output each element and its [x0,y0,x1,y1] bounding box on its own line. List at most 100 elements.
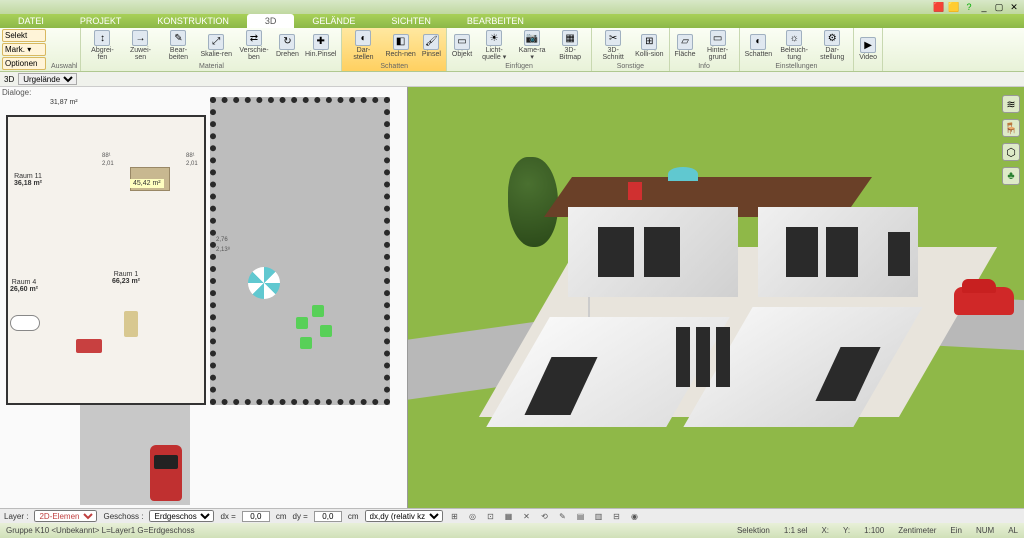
ribbon-item-label: Dar-stellen [347,47,379,61]
dy-label: dy = [293,512,308,521]
ribbon-icon: ↻ [279,34,295,50]
tool-icon[interactable]: ✎ [557,510,569,522]
layers-icon[interactable]: ≋ [1002,95,1020,113]
status-num: NUM [976,526,994,535]
tool-icon[interactable]: ◎ [467,510,479,522]
rel-select[interactable]: dx,dy (relativ kz [365,510,443,522]
flag-de-icon[interactable]: 🟥 [933,1,945,13]
ribbon-item[interactable]: ☼Beleuch-tung [776,29,812,62]
material-icon[interactable]: ⬡ [1002,143,1020,161]
ribbon-icon: ◐ [750,34,766,50]
ribbon-item[interactable]: ▭Objekt [450,33,474,59]
ribbon-item[interactable]: ✚Hin.Pinsel [303,33,339,59]
ribbon-item[interactable]: →Zuwei-sen [122,29,158,62]
dy-input[interactable] [314,511,342,522]
ribbon-item[interactable]: ◐Schatten [743,33,775,59]
tab-projekt[interactable]: PROJEKT [62,14,140,28]
optionen-button[interactable]: Optionen [2,57,46,70]
tool-icon[interactable]: ▥ [593,510,605,522]
selekt-button[interactable]: Selekt [2,29,46,42]
tool-icon[interactable]: ⊞ [449,510,461,522]
patio-chair [312,305,324,317]
ribbon-icon: ⇄ [246,30,262,46]
ribbon-item[interactable]: 🖌Pinsel [420,33,443,59]
ribbon-item[interactable]: ↕Abgrei-fen [84,29,120,62]
ribbon-item[interactable]: ▶Video [857,36,879,62]
ribbon-icon: ✚ [313,34,329,50]
tree-icon[interactable]: ♣ [1002,167,1020,185]
ribbon-icon: ▭ [454,34,470,50]
ribbon-icon: ▭ [710,30,726,46]
ribbon-item-label: Dar-stellung [816,47,848,61]
layer-select[interactable]: Urgelände [18,73,77,85]
tool-icon[interactable]: ⟲ [539,510,551,522]
tool-icon[interactable]: ◉ [629,510,641,522]
ribbon-item[interactable]: 📷Kame-ra ▾ [514,29,550,62]
dim-label: 2,76 [216,237,228,243]
ribbon-item-label: Abgrei-fen [86,47,118,61]
ribbon-icon: 📷 [524,30,540,46]
dialoge-label: Dialoge: [2,88,31,97]
maximize-icon[interactable]: ▢ [993,1,1005,13]
ribbon-item[interactable]: ▭Hinter-grund [700,29,736,62]
plan-2d-view[interactable]: Dialoge: 31,87 m² Raum 1136,18 m² 45,42 … [0,87,408,508]
ribbon-group-label [857,69,879,70]
ribbon-item[interactable]: ◐Dar-stellen [345,29,381,62]
dx-input[interactable] [242,511,270,522]
help-icon[interactable]: ? [963,1,975,13]
umbrella-icon [248,267,280,299]
ribbon-item[interactable]: ⇄Verschie-ben [236,29,272,62]
bottombar: Layer : 2D-Elemen Geschoss : Erdgeschos … [0,508,1024,523]
ribbon-item[interactable]: ▱Fläche [673,33,698,59]
close-icon[interactable]: ✕ [1008,1,1020,13]
ribbon: Selekt Mark. ▾ Optionen Auswahl↕Abgrei-f… [0,28,1024,72]
ribbon-item-label: 3D-Schnitt [597,47,629,61]
ribbon-item[interactable]: ⤢Skalie-ren [198,33,234,59]
tab-3d[interactable]: 3D [247,14,295,28]
ribbon-group-7: ▶Video [854,28,883,71]
patio [210,97,390,405]
ribbon-item[interactable]: ◧Rech-nen [383,33,417,59]
ribbon-icon: ✂ [605,30,621,46]
car-2d [150,445,182,501]
ribbon-item[interactable]: ↻Drehen [274,33,301,59]
ribbon-item[interactable]: ✎Bear-beiten [160,29,196,62]
ribbon-icon: ↕ [94,30,110,46]
ribbon-icon: ☼ [786,30,802,46]
furniture-icon[interactable]: 🪑 [1002,119,1020,137]
tool-icon[interactable]: ✕ [521,510,533,522]
ribbon-icon: 🖌 [423,34,439,50]
ribbon-item[interactable]: ⊞Kolli-sion [633,33,665,59]
ribbon-group-Info: ▱Fläche▭Hinter-grundInfo [670,28,740,71]
tab-gelaende[interactable]: GELÄNDE [294,14,373,28]
mark-button[interactable]: Mark. ▾ [2,43,46,56]
minimize-icon[interactable]: _ [978,1,990,13]
status-sel-val: 1:1 sel [784,526,808,535]
ribbon-icon: ⚙ [824,30,840,46]
layer-select-bottom[interactable]: 2D-Elemen [34,510,97,522]
ribbon-item[interactable]: ✂3D-Schnitt [595,29,631,62]
tab-bearbeiten[interactable]: BEARBEITEN [449,14,542,28]
tool-icon[interactable]: ⊡ [485,510,497,522]
tool-icon[interactable]: ⊟ [611,510,623,522]
ribbon-item[interactable]: ⚙Dar-stellung [814,29,850,62]
workspace: Dialoge: 31,87 m² Raum 1136,18 m² 45,42 … [0,87,1024,508]
ribbon-group-Material: ↕Abgrei-fen→Zuwei-sen✎Bear-beiten⤢Skalie… [81,28,342,71]
tool-icon[interactable]: ▦ [503,510,515,522]
ribbon-item[interactable]: ▦3D-Bitmap [552,29,588,62]
status-selektion: Selektion [737,526,770,535]
room-mid-area: 45,42 m² [130,179,164,188]
geschoss-select[interactable]: Erdgeschos [149,510,214,522]
umbrella-3d [668,167,698,181]
ribbon-item-label: Hin.Pinsel [305,51,337,58]
ribbon-item[interactable]: ☀Licht-quelle ▾ [476,29,512,62]
ribbon-group-label: Material [84,62,338,70]
flag-icon[interactable]: 🟨 [948,1,960,13]
status-x: X: [821,526,829,535]
tab-sichten[interactable]: SICHTEN [373,14,449,28]
tab-datei[interactable]: DATEI [0,14,62,28]
view-3d[interactable]: ≋ 🪑 ⬡ ♣ [408,87,1024,508]
tab-konstruktion[interactable]: KONSTRUKTION [139,14,247,28]
tool-icon[interactable]: ▤ [575,510,587,522]
ribbon-group-label: Einstellungen [743,62,851,70]
